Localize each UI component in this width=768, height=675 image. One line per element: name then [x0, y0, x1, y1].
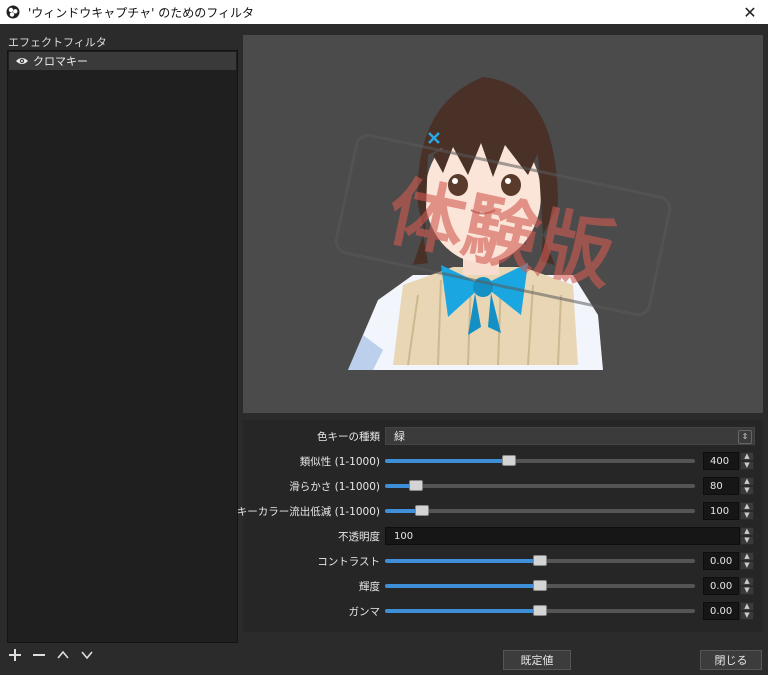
title-bar: 'ウィンドウキャプチャ' のためのフィルタ ✕	[0, 0, 768, 24]
contrast-label: コントラスト	[317, 555, 380, 568]
slider-handle[interactable]	[533, 605, 547, 616]
filter-item-label: クロマキー	[33, 55, 88, 68]
brightness-input[interactable]: 0.00	[703, 577, 739, 595]
spill-slider[interactable]	[385, 505, 695, 516]
slider-handle[interactable]	[409, 480, 423, 491]
move-up-icon[interactable]	[56, 648, 70, 662]
defaults-button[interactable]: 既定値	[503, 650, 571, 670]
stepper-down-icon[interactable]: ▼	[740, 561, 754, 570]
filter-list[interactable]: クロマキー	[7, 50, 238, 643]
slider-handle[interactable]	[533, 555, 547, 566]
stepper-up-icon[interactable]: ▲	[740, 602, 754, 611]
move-up-button[interactable]	[56, 648, 70, 662]
filter-preview: 体験版	[243, 35, 763, 413]
similarity-row: 類似性 (1-1000) 400 ▲ ▼	[243, 451, 763, 471]
stepper-down-icon[interactable]: ▼	[740, 461, 754, 470]
smoothness-label: 滑らかさ (1-1000)	[289, 480, 380, 493]
window-title: 'ウィンドウキャプチャ' のためのフィルタ	[28, 5, 255, 20]
gamma-row: ガンマ 0.00 ▲ ▼	[243, 601, 763, 621]
gamma-label: ガンマ	[348, 605, 381, 618]
filter-toolbar	[8, 648, 94, 662]
obs-logo-icon	[6, 5, 20, 19]
spill-row: キーカラー流出低減 (1-1000) 100 ▲ ▼	[237, 501, 763, 521]
add-icon[interactable]	[8, 648, 22, 662]
stepper-up-icon[interactable]: ▲	[740, 502, 754, 511]
stepper-up-icon[interactable]: ▲	[740, 552, 754, 561]
key-type-value: 緑	[394, 430, 405, 443]
key-type-label: 色キーの種類	[317, 430, 380, 443]
smoothness-slider[interactable]	[385, 480, 695, 491]
move-down-icon[interactable]	[80, 648, 94, 662]
key-type-select[interactable]: 緑 ⇕	[385, 427, 755, 445]
contrast-slider[interactable]	[385, 555, 695, 566]
stepper-up-icon[interactable]: ▲	[740, 577, 754, 586]
smoothness-stepper[interactable]: ▲ ▼	[740, 477, 754, 495]
close-button[interactable]: 閉じる	[700, 650, 762, 670]
spill-label: キーカラー流出低減 (1-1000)	[236, 505, 380, 518]
stepper-down-icon[interactable]: ▼	[740, 586, 754, 595]
stepper-up-icon[interactable]: ▲	[740, 527, 754, 536]
stepper-up-icon[interactable]: ▲	[740, 477, 754, 486]
stepper-down-icon[interactable]: ▼	[740, 511, 754, 520]
gamma-slider[interactable]	[385, 605, 695, 616]
spill-input[interactable]: 100	[703, 502, 739, 520]
stepper-down-icon[interactable]: ▼	[740, 486, 754, 495]
gamma-input[interactable]: 0.00	[703, 602, 739, 620]
similarity-label: 類似性 (1-1000)	[299, 455, 380, 468]
brightness-label: 輝度	[359, 580, 380, 593]
preview-image: 体験版	[334, 77, 672, 370]
similarity-slider[interactable]	[385, 455, 695, 466]
close-window-button[interactable]: ✕	[738, 0, 762, 24]
opacity-stepper[interactable]: ▲ ▼	[740, 527, 754, 545]
add-filter-button[interactable]	[8, 648, 22, 662]
filter-item-chroma-key[interactable]: クロマキー	[9, 52, 236, 70]
stepper-up-icon[interactable]: ▲	[740, 452, 754, 461]
close-icon[interactable]: ✕	[743, 3, 756, 22]
slider-handle[interactable]	[502, 455, 516, 466]
brightness-slider[interactable]	[385, 580, 695, 591]
properties-panel: 色キーの種類 緑 ⇕ 類似性 (1-1000) 400 ▲ ▼ 滑らかさ (1-1…	[237, 420, 763, 632]
remove-filter-button[interactable]	[32, 648, 46, 662]
slider-handle[interactable]	[533, 580, 547, 591]
opacity-input[interactable]: 100	[385, 527, 740, 545]
opacity-label: 不透明度	[338, 530, 380, 543]
contrast-row: コントラスト 0.00 ▲ ▼	[243, 551, 763, 571]
contrast-stepper[interactable]: ▲ ▼	[740, 552, 754, 570]
stepper-down-icon[interactable]: ▼	[740, 611, 754, 620]
gamma-stepper[interactable]: ▲ ▼	[740, 602, 754, 620]
smoothness-input[interactable]: 80	[703, 477, 739, 495]
spill-stepper[interactable]: ▲ ▼	[740, 502, 754, 520]
brightness-row: 輝度 0.00 ▲ ▼	[243, 576, 763, 596]
remove-icon[interactable]	[32, 648, 46, 662]
similarity-input[interactable]: 400	[703, 452, 739, 470]
effect-filters-label: エフェクトフィルタ	[8, 36, 107, 49]
similarity-stepper[interactable]: ▲ ▼	[740, 452, 754, 470]
brightness-stepper[interactable]: ▲ ▼	[740, 577, 754, 595]
opacity-row: 不透明度 100 ▲ ▼	[243, 526, 763, 546]
eye-icon[interactable]	[15, 56, 29, 66]
smoothness-row: 滑らかさ (1-1000) 80 ▲ ▼	[243, 476, 763, 496]
stepper-down-icon[interactable]: ▼	[740, 536, 754, 545]
chevron-updown-icon[interactable]: ⇕	[738, 430, 752, 444]
move-down-button[interactable]	[80, 648, 94, 662]
contrast-input[interactable]: 0.00	[703, 552, 739, 570]
key-type-row: 色キーの種類 緑 ⇕	[243, 426, 763, 446]
slider-handle[interactable]	[415, 505, 430, 516]
